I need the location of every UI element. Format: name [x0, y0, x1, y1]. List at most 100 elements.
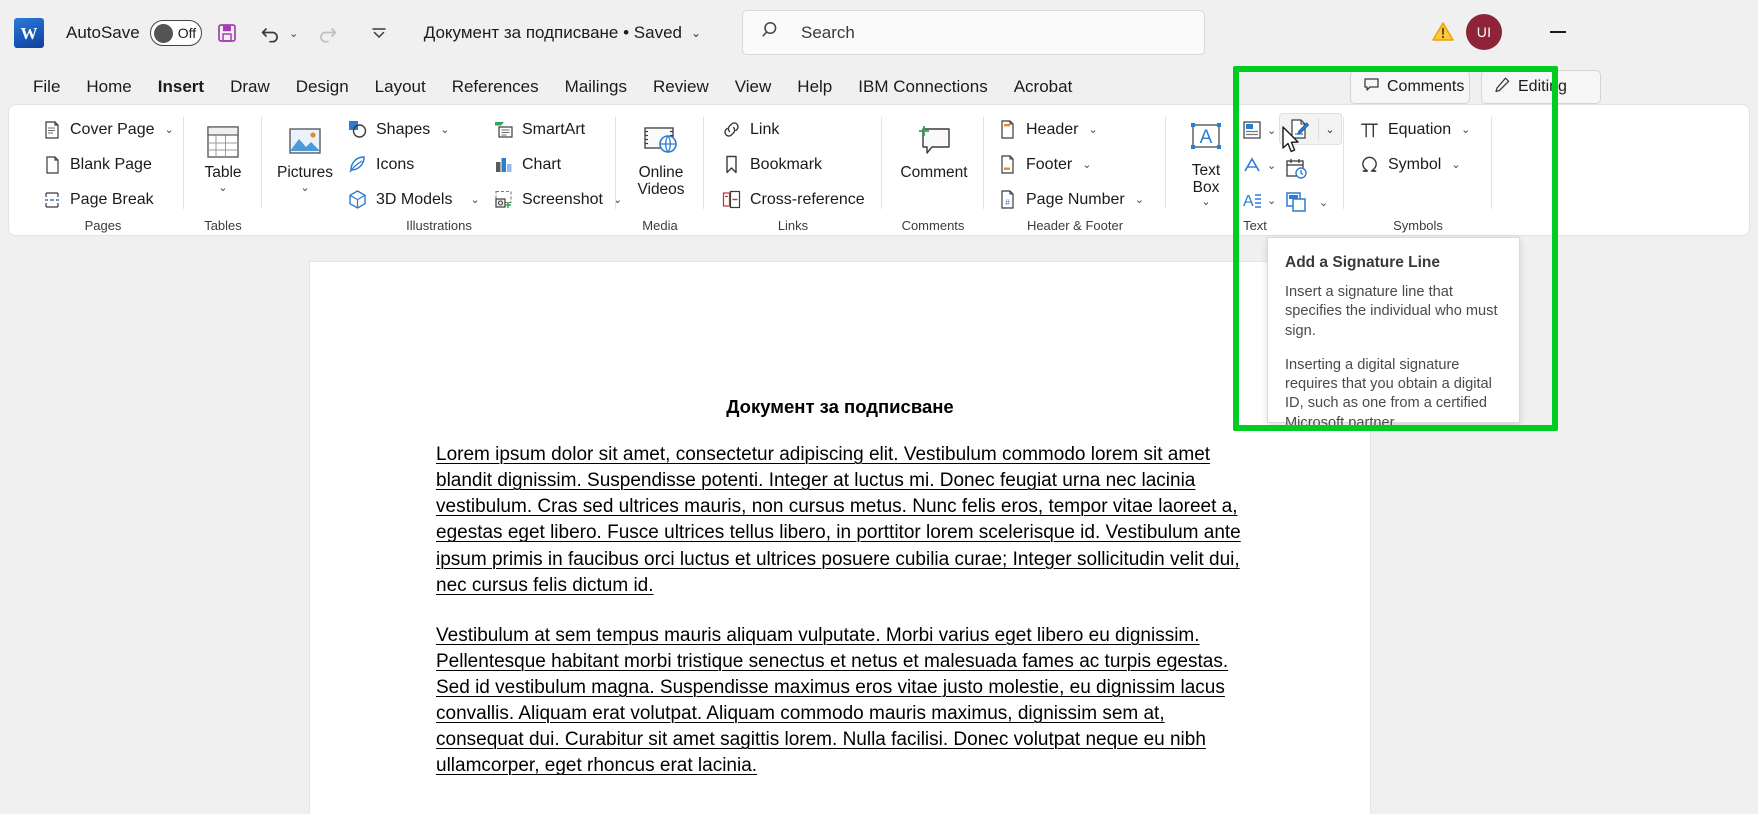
- pictures-button[interactable]: Pictures ⌄: [273, 113, 337, 195]
- ribbon-group-pages: Cover Page ⌄ Blank Page Page Break Pages: [23, 105, 183, 237]
- tab-ibm-connections[interactable]: IBM Connections: [845, 73, 1000, 101]
- screenshot-button[interactable]: Screenshot ⌄: [487, 185, 628, 214]
- pictures-label: Pictures: [277, 164, 333, 181]
- signature-line-tooltip: Add a Signature Line Insert a signature …: [1267, 237, 1520, 431]
- chevron-down-icon[interactable]: ⌄: [1461, 123, 1470, 136]
- tab-acrobat[interactable]: Acrobat: [1001, 73, 1086, 101]
- group-separator: [1491, 117, 1492, 209]
- footer-button[interactable]: Footer ⌄: [991, 150, 1097, 179]
- tab-file[interactable]: File: [20, 73, 73, 101]
- autosave-toggle[interactable]: Off: [149, 20, 202, 46]
- customize-quick-access-toolbar-icon[interactable]: [360, 14, 398, 52]
- quick-parts-button[interactable]: ⌄: [1239, 115, 1276, 145]
- table-button[interactable]: Table ⌄: [191, 113, 255, 195]
- comments-button-label: Comments: [1387, 78, 1465, 95]
- chevron-down-icon[interactable]: ⌄: [1319, 196, 1328, 209]
- chevron-down-icon[interactable]: ⌄: [1201, 197, 1210, 209]
- chevron-down-icon[interactable]: ⌄: [1082, 158, 1091, 171]
- word-logo-icon: W: [14, 18, 44, 48]
- tab-layout[interactable]: Layout: [362, 73, 439, 101]
- cover-page-button[interactable]: Cover Page ⌄: [35, 115, 180, 144]
- symbol-icon: [1359, 154, 1380, 175]
- ribbon-group-comments: Comment Comments: [883, 105, 983, 237]
- cross-reference-icon: [721, 189, 742, 210]
- link-button[interactable]: Link: [715, 115, 785, 144]
- bookmark-button[interactable]: Bookmark: [715, 150, 828, 179]
- pictures-icon: [284, 119, 326, 165]
- ribbon-group-links: Link Bookmark Cross-reference Links: [705, 105, 881, 237]
- online-videos-button[interactable]: Online Videos: [628, 113, 694, 198]
- ribbon-group-label-media: Media: [642, 218, 678, 233]
- new-comment-icon: [911, 119, 957, 165]
- object-button[interactable]: ⌄: [1283, 187, 1328, 217]
- equation-button[interactable]: Equation ⌄: [1353, 115, 1476, 144]
- redo-icon: [308, 14, 346, 52]
- chart-button[interactable]: Chart: [487, 150, 567, 179]
- icons-button[interactable]: Icons: [341, 150, 420, 179]
- tab-draw[interactable]: Draw: [217, 73, 283, 101]
- chevron-down-icon[interactable]: ⌄: [470, 193, 479, 206]
- mouse-cursor-icon: [1281, 126, 1303, 161]
- shapes-icon: [347, 119, 368, 140]
- undo-icon[interactable]: [252, 14, 290, 52]
- drop-cap-button[interactable]: A ⌄: [1239, 185, 1276, 215]
- tab-insert[interactable]: Insert: [145, 73, 217, 108]
- document-title[interactable]: Документ за подписване • Saved: [424, 23, 682, 43]
- page-number-button[interactable]: # Page Number ⌄: [991, 185, 1150, 214]
- tooltip-paragraph-2: Inserting a digital signature requires t…: [1285, 356, 1492, 431]
- tab-mailings[interactable]: Mailings: [552, 73, 640, 101]
- tab-home[interactable]: Home: [73, 73, 144, 101]
- avatar[interactable]: UI: [1466, 14, 1502, 50]
- chevron-down-icon[interactable]: ⌄: [440, 123, 449, 136]
- page-break-button[interactable]: Page Break: [35, 185, 160, 214]
- chevron-down-icon[interactable]: ⌄: [1267, 124, 1276, 137]
- wordart-button[interactable]: ⌄: [1239, 150, 1276, 180]
- footer-label: Footer: [1026, 155, 1073, 173]
- cross-reference-button[interactable]: Cross-reference: [715, 185, 871, 214]
- blank-page-button[interactable]: Blank Page: [35, 150, 158, 179]
- header-button[interactable]: Header ⌄: [991, 115, 1104, 144]
- undo-dropdown-caret[interactable]: ⌄: [286, 14, 302, 52]
- text-box-button[interactable]: A Text Box ⌄: [1177, 111, 1235, 209]
- chevron-down-icon[interactable]: ⌄: [1088, 123, 1097, 136]
- 3d-models-button[interactable]: 3D Models ⌄: [341, 185, 486, 214]
- tab-help[interactable]: Help: [784, 73, 845, 101]
- smartart-label: SmartArt: [522, 120, 586, 138]
- symbol-button[interactable]: Symbol ⌄: [1353, 150, 1467, 179]
- bookmark-icon: [721, 154, 742, 175]
- ribbon-group-label-illustrations: Illustrations: [406, 218, 472, 233]
- chevron-down-icon[interactable]: ⌄: [1319, 123, 1341, 136]
- new-comment-button[interactable]: Comment: [899, 113, 969, 182]
- tab-references[interactable]: References: [439, 73, 552, 101]
- header-icon: [997, 119, 1018, 140]
- chevron-down-icon[interactable]: ⌄: [1267, 194, 1276, 207]
- editing-button[interactable]: Editing: [1481, 70, 1601, 104]
- chevron-down-icon[interactable]: ⌄: [1135, 193, 1144, 206]
- editing-button-label: Editing: [1518, 78, 1567, 95]
- chevron-down-icon[interactable]: ⌄: [165, 123, 174, 136]
- comments-button[interactable]: Comments: [1350, 70, 1470, 104]
- minimize-button[interactable]: [1536, 18, 1580, 46]
- search-input[interactable]: Search: [742, 10, 1205, 55]
- 3d-models-label: 3D Models: [376, 190, 453, 208]
- bookmark-label: Bookmark: [750, 155, 823, 173]
- text-box-icon: A: [1184, 117, 1228, 163]
- blank-page-icon: [41, 154, 62, 175]
- document-title-caret-icon[interactable]: ⌄: [691, 26, 701, 40]
- document-page[interactable]: Документ за подписване Lorem ipsum dolor…: [310, 262, 1370, 814]
- save-icon[interactable]: [208, 14, 246, 52]
- smartart-button[interactable]: SmartArt: [487, 115, 591, 144]
- tab-design[interactable]: Design: [283, 73, 362, 101]
- tab-view[interactable]: View: [722, 73, 785, 101]
- shapes-label: Shapes: [376, 120, 431, 138]
- shapes-button[interactable]: Shapes ⌄: [341, 115, 455, 144]
- search-icon: [761, 19, 783, 46]
- chevron-down-icon[interactable]: ⌄: [300, 182, 309, 195]
- chevron-down-icon[interactable]: ⌄: [1451, 158, 1460, 171]
- chevron-down-icon[interactable]: ⌄: [218, 182, 227, 195]
- warning-triangle-icon[interactable]: [1430, 19, 1456, 45]
- tab-review[interactable]: Review: [640, 73, 722, 101]
- chevron-down-icon[interactable]: ⌄: [1267, 159, 1276, 172]
- chart-icon: [493, 154, 514, 175]
- ribbon: Cover Page ⌄ Blank Page Page Break Pages: [8, 104, 1750, 236]
